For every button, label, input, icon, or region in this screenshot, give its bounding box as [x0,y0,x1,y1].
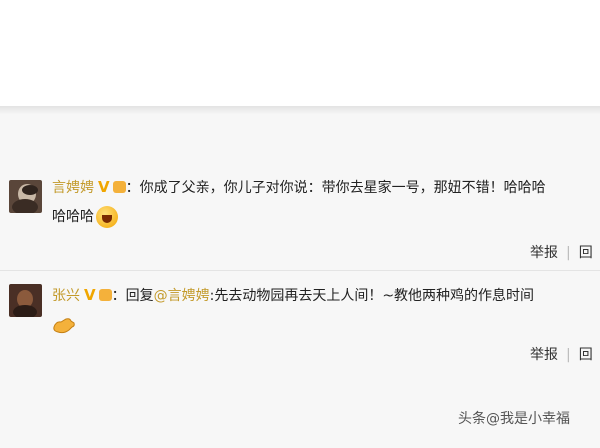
reply-link[interactable]: 回 [579,245,593,261]
username[interactable]: 言娉娉 [52,180,94,196]
mention-link[interactable]: @言娉娉 [154,288,210,304]
level-icon [112,181,126,193]
pointing-hand-emoji-icon [52,315,76,335]
comment-actions: 举报 | 回 [530,242,593,262]
comment-line: 张兴 V ：回复@言娉娉:先去动物园再去天上人间！~教他两种鸡的作息时间 [52,284,534,307]
report-link[interactable]: 举报 [530,245,558,261]
comment-continuation-line: 哈哈哈 [52,206,118,228]
comment-text: :先去动物园再去天上人间！~教他两种鸡的作息时间 [209,288,535,304]
comment-actions: 举报 | 回 [530,344,593,364]
avatar[interactable] [9,180,42,213]
reply-link[interactable]: 回 [579,347,593,363]
comment-divider [0,270,600,271]
blank-header [0,0,600,108]
comment-continuation-line [52,314,76,336]
comment-text-continuation: 哈哈哈 [52,209,94,225]
reply-prefix: ：回复 [111,288,154,304]
comment-feed [0,114,600,448]
watermark: 头条@我是小幸福 [458,411,570,427]
avatar[interactable] [9,284,42,317]
action-separator: | [566,245,571,261]
action-separator: | [566,347,571,363]
verified-badge-icon: V [98,178,110,196]
comment-line: 言娉娉 V ：你成了父亲，你儿子对你说：带你去星家一号，那妞不错！哈哈哈 [52,176,546,199]
laughing-emoji-icon [96,206,118,228]
comment-text: ：你成了父亲，你儿子对你说：带你去星家一号，那妞不错！哈哈哈 [125,180,546,196]
username[interactable]: 张兴 [52,288,80,304]
verified-badge-icon: V [84,286,96,304]
level-icon [98,289,112,301]
report-link[interactable]: 举报 [530,347,558,363]
header-shadow [0,106,600,114]
